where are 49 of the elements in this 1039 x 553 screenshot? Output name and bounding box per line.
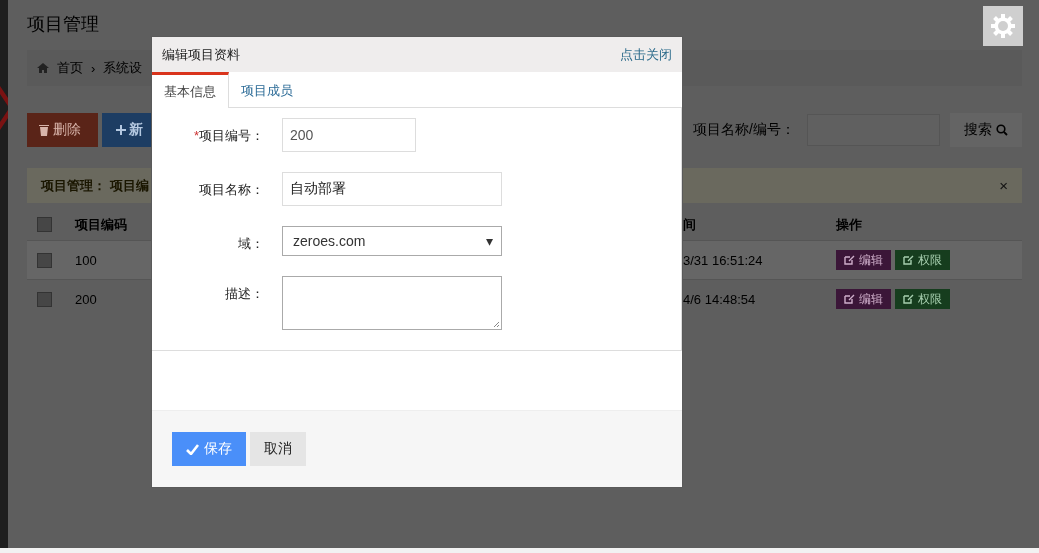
column-header: 间 bbox=[683, 215, 696, 234]
trash-icon bbox=[39, 124, 49, 136]
checkbox[interactable] bbox=[37, 291, 52, 307]
text-field[interactable]: 200 bbox=[282, 118, 416, 152]
caret-icon: ▾ bbox=[485, 233, 493, 249]
text-field[interactable]: 自动部署 bbox=[282, 172, 502, 206]
edit-icon bbox=[903, 255, 914, 265]
edit-icon bbox=[844, 294, 855, 304]
close-link[interactable]: 点击关闭 bbox=[620, 45, 672, 64]
table-cell: 100 bbox=[75, 252, 97, 268]
alert-text: 项目编 bbox=[110, 176, 149, 195]
field-label: *项目编号： bbox=[193, 127, 264, 145]
chevron-icon bbox=[0, 86, 8, 130]
dialog-title: 编辑项目资料 bbox=[162, 45, 240, 64]
search-label: 项目名称/编号： bbox=[693, 121, 795, 139]
tab[interactable]: 基本信息 bbox=[152, 72, 229, 108]
edit-button[interactable]: 编辑 bbox=[836, 289, 891, 309]
table-cell: 200 bbox=[75, 291, 97, 307]
checkbox[interactable] bbox=[37, 252, 52, 268]
edit-icon bbox=[844, 255, 855, 265]
resize-grip-icon bbox=[493, 321, 500, 328]
permission-button[interactable]: 权限 bbox=[895, 289, 950, 309]
edit-button[interactable]: 编辑 bbox=[836, 250, 891, 270]
page-title: 项目管理 bbox=[27, 13, 99, 36]
search-icon bbox=[996, 124, 1008, 136]
column-header: 操作 bbox=[836, 215, 862, 234]
settings-icon bbox=[990, 13, 1016, 39]
field-label: 描述： bbox=[225, 285, 264, 303]
delete-button[interactable]: 删除 bbox=[27, 113, 98, 147]
field-label: 域： bbox=[238, 235, 264, 253]
search-button[interactable]: 搜索 bbox=[950, 113, 1022, 147]
new-button[interactable]: 新 bbox=[102, 113, 151, 147]
edit-icon bbox=[903, 294, 914, 304]
check-icon bbox=[186, 443, 199, 455]
domain-select[interactable]: zeroes.com ▾ bbox=[282, 226, 502, 256]
home-icon bbox=[37, 63, 49, 73]
breadcrumb-separator: › bbox=[91, 60, 96, 76]
alert-title: 项目管理： bbox=[41, 176, 106, 195]
column-header: 项目编码 bbox=[75, 215, 127, 234]
permission-button[interactable]: 权限 bbox=[895, 250, 950, 270]
description-textarea[interactable] bbox=[282, 276, 502, 330]
plus-icon bbox=[116, 125, 126, 135]
cancel-button[interactable]: 取消 bbox=[250, 432, 306, 466]
checkbox[interactable] bbox=[37, 217, 52, 232]
settings-button[interactable] bbox=[983, 6, 1023, 46]
table-cell: 3/31 16:51:24 bbox=[683, 252, 763, 268]
table-cell: 4/6 14:48:54 bbox=[683, 291, 756, 307]
field-label: 项目名称： bbox=[199, 181, 264, 199]
tab[interactable]: 项目成员 bbox=[229, 72, 305, 107]
